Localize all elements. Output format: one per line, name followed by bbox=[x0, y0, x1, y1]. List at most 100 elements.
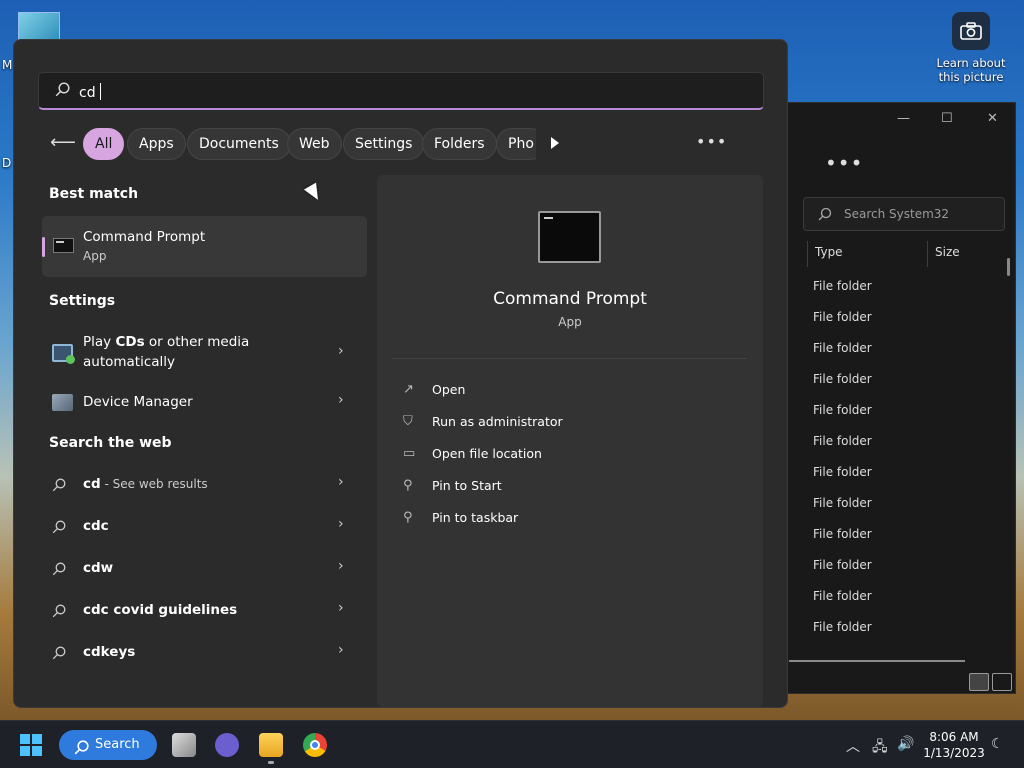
search-icon bbox=[74, 737, 89, 767]
minimize-icon[interactable]: — bbox=[897, 111, 910, 126]
settings-item-device-manager[interactable]: Device Manager › bbox=[42, 391, 367, 413]
search-icon bbox=[55, 82, 70, 101]
web-result-item[interactable]: cdc covid guidelines › bbox=[42, 600, 367, 622]
chat-icon[interactable] bbox=[215, 733, 239, 757]
filter-settings[interactable]: Settings bbox=[343, 128, 425, 160]
file-explorer-window[interactable]: — ☐ ✕ ••• Search System32 Type Size File… bbox=[770, 102, 1016, 694]
task-view-icon[interactable] bbox=[172, 733, 196, 757]
chrome-icon[interactable] bbox=[303, 733, 327, 757]
table-row[interactable]: File folder bbox=[813, 271, 872, 302]
close-icon[interactable]: ✕ bbox=[987, 111, 998, 126]
web-result-item[interactable]: cdc › bbox=[42, 516, 367, 538]
filter-documents[interactable]: Documents bbox=[187, 128, 291, 160]
search-placeholder: Search System32 bbox=[844, 207, 950, 221]
detail-app-name: Command Prompt bbox=[493, 289, 647, 309]
divider bbox=[392, 358, 747, 359]
web-result-item[interactable]: cdw › bbox=[42, 558, 367, 580]
web-result-item[interactable]: cdkeys › bbox=[42, 642, 367, 664]
filter-all[interactable]: All bbox=[83, 128, 125, 160]
scrollbar-thumb[interactable] bbox=[1007, 258, 1010, 276]
horizontal-scrollbar[interactable] bbox=[789, 660, 965, 662]
section-heading: Best match bbox=[49, 186, 139, 202]
clock-date: 1/13/2023 bbox=[923, 746, 985, 760]
search-icon bbox=[52, 519, 66, 538]
filter-photos[interactable]: Pho bbox=[496, 128, 536, 160]
search-menu: cd ⟵ All Apps Documents Web Settings Fol… bbox=[13, 39, 788, 708]
autoplay-settings-icon bbox=[52, 344, 75, 364]
taskbar-search-button[interactable]: Search bbox=[59, 730, 157, 760]
web-result-item[interactable]: cd - See web results › bbox=[42, 474, 367, 496]
windows-start-icon[interactable] bbox=[20, 734, 42, 756]
command-prompt-icon bbox=[538, 211, 601, 263]
search-icon bbox=[818, 207, 832, 224]
taskbar-search-label: Search bbox=[95, 737, 140, 752]
filter-apps[interactable]: Apps bbox=[127, 128, 186, 160]
search-icon bbox=[52, 561, 66, 580]
table-row[interactable]: File folder bbox=[813, 302, 872, 333]
open-icon: ↗ bbox=[403, 382, 414, 397]
search-icon bbox=[52, 603, 66, 622]
explorer-search-input[interactable]: Search System32 bbox=[803, 197, 1005, 231]
table-row[interactable]: File folder bbox=[813, 364, 872, 395]
table-row[interactable]: File folder bbox=[813, 457, 872, 488]
table-row[interactable]: File folder bbox=[813, 333, 872, 364]
chevron-right-icon: › bbox=[338, 642, 344, 658]
column-header-type[interactable]: Type bbox=[815, 245, 843, 259]
learn-about-picture[interactable]: Learn about this picture bbox=[936, 12, 1006, 84]
clock-time: 8:06 AM bbox=[929, 730, 979, 744]
taskbar: Search ︿ 🖧 🔊 8:06 AM 1/13/2023 ☾ bbox=[0, 720, 1024, 768]
chevron-right-icon: › bbox=[338, 558, 344, 574]
column-divider[interactable] bbox=[927, 241, 928, 267]
more-options-icon[interactable]: ••• bbox=[825, 151, 863, 175]
scroll-filters-icon[interactable] bbox=[551, 137, 559, 149]
search-query: cd bbox=[79, 85, 96, 101]
section-heading: Settings bbox=[49, 293, 116, 309]
selection-indicator bbox=[42, 237, 45, 257]
command-prompt-icon bbox=[53, 238, 74, 253]
chevron-right-icon: › bbox=[338, 343, 344, 359]
table-row[interactable]: File folder bbox=[813, 550, 872, 581]
table-row[interactable]: File folder bbox=[813, 612, 872, 643]
chevron-right-icon: › bbox=[338, 600, 344, 616]
column-header-size[interactable]: Size bbox=[935, 245, 960, 259]
file-explorer-icon[interactable] bbox=[259, 733, 283, 757]
best-match-name: Command Prompt bbox=[83, 229, 206, 245]
maximize-icon[interactable]: ☐ bbox=[941, 111, 953, 126]
chevron-right-icon: › bbox=[338, 474, 344, 490]
spotlight-label: Learn about this picture bbox=[936, 56, 1006, 84]
large-icons-view-icon[interactable] bbox=[992, 673, 1012, 691]
network-icon[interactable]: 🖧 bbox=[872, 736, 888, 760]
search-input[interactable]: cd bbox=[38, 72, 764, 110]
folder-icon: ▭ bbox=[403, 446, 416, 461]
filter-folders[interactable]: Folders bbox=[422, 128, 497, 160]
table-row[interactable]: File folder bbox=[813, 519, 872, 550]
chevron-right-icon: › bbox=[338, 392, 344, 408]
volume-icon[interactable]: 🔊 bbox=[897, 736, 914, 752]
focus-assist-icon[interactable]: ☾ bbox=[991, 736, 1004, 752]
file-list: File folder File folder File folder File… bbox=[813, 271, 872, 643]
clock[interactable]: 8:06 AM 1/13/2023 bbox=[918, 729, 990, 761]
filter-web[interactable]: Web bbox=[287, 128, 342, 160]
running-indicator bbox=[268, 761, 274, 764]
chevron-up-icon[interactable]: ︿ bbox=[846, 736, 860, 756]
desktop-icon-label: M bbox=[2, 58, 13, 72]
detail-pane: Command Prompt App ↗ Open ⛉ Run as admin… bbox=[377, 175, 763, 707]
table-row[interactable]: File folder bbox=[813, 426, 872, 457]
details-view-icon[interactable] bbox=[969, 673, 989, 691]
more-options-icon[interactable]: ••• bbox=[696, 132, 727, 151]
table-row[interactable]: File folder bbox=[813, 395, 872, 426]
column-divider[interactable] bbox=[807, 241, 808, 267]
pin-icon: ⚲ bbox=[403, 478, 413, 493]
table-row[interactable]: File folder bbox=[813, 581, 872, 612]
desktop-icon-label: D bbox=[2, 156, 12, 170]
table-row[interactable]: File folder bbox=[813, 488, 872, 519]
detail-app-kind: App bbox=[558, 315, 582, 329]
best-match-kind: App bbox=[83, 249, 107, 263]
settings-item-autoplay[interactable]: Play CDs or other media automatically › bbox=[42, 329, 367, 377]
search-icon bbox=[52, 645, 66, 664]
pin-icon: ⚲ bbox=[403, 510, 413, 525]
desktop-icon[interactable] bbox=[18, 12, 60, 42]
device-manager-icon bbox=[52, 394, 73, 411]
best-match-item[interactable]: Command Prompt App bbox=[42, 216, 367, 277]
back-arrow-icon[interactable]: ⟵ bbox=[50, 132, 76, 153]
